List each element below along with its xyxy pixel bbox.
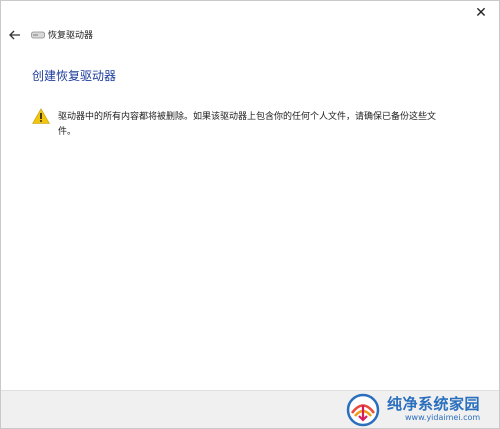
watermark: 纯净系统家园 www.yidaimei.com xyxy=(345,392,495,428)
close-button[interactable]: ✕ xyxy=(469,3,493,23)
dialog-window: ✕ 恢复驱动器 创建恢复驱动器 驱动器中的所有内容都将被删除。如果该驱动器上包含… xyxy=(0,0,500,429)
page-heading: 创建恢复驱动器 xyxy=(32,69,117,83)
back-arrow-icon[interactable] xyxy=(7,27,23,43)
warning-icon xyxy=(32,108,50,124)
app-title: 恢复驱动器 xyxy=(48,31,94,41)
watermark-url: www.yidaimei.com xyxy=(405,413,481,422)
title-bar: 恢复驱动器 xyxy=(1,27,499,47)
warning-message: 驱动器中的所有内容都将被删除。如果该驱动器上包含你的任何个人文件，请确保已备份这… xyxy=(58,112,437,137)
watermark-site-name: 纯净系统家园 xyxy=(387,395,481,413)
drive-icon xyxy=(31,31,45,39)
watermark-logo xyxy=(346,393,380,427)
footer-bar: 纯净系统家园 www.yidaimei.com xyxy=(1,390,499,428)
